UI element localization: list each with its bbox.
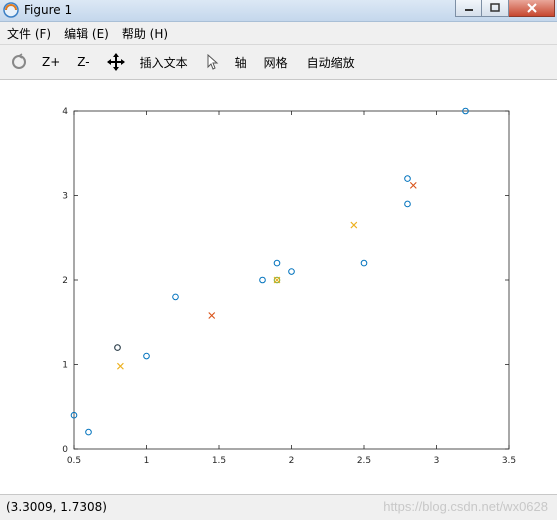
x-tick-label: 2.5 xyxy=(357,456,371,466)
status-bar: (3.3009, 1.7308) https://blog.csdn.net/w… xyxy=(0,494,557,520)
axes-button[interactable]: 轴 xyxy=(235,50,247,74)
menu-help[interactable]: 帮助 (H) xyxy=(115,25,174,42)
y-tick-label: 3 xyxy=(62,192,68,202)
close-button[interactable] xyxy=(509,0,555,17)
window-title: Figure 1 xyxy=(24,3,73,17)
y-tick-label: 0 xyxy=(62,445,68,455)
scatter-plot[interactable]: 0.5 1 1.5 2 2.5 3 3.5 0 1 2 3 4 xyxy=(0,80,557,492)
menu-file[interactable]: 文件 (F) xyxy=(0,25,57,42)
x-tick-label: 0.5 xyxy=(67,456,81,466)
y-tick-label: 4 xyxy=(62,107,68,117)
zoom-out-button[interactable]: Z- xyxy=(77,50,89,74)
octave-app-icon xyxy=(3,2,19,18)
maximize-icon xyxy=(490,3,500,12)
x-tick-label: 1.5 xyxy=(212,456,226,466)
y-tick-label: 1 xyxy=(62,361,68,371)
x-tick-label: 2 xyxy=(289,456,295,466)
zoom-in-button[interactable]: Z+ xyxy=(42,50,60,74)
pan-move-icon xyxy=(106,53,125,71)
x-tick-label: 3.5 xyxy=(502,456,516,466)
axes-box xyxy=(73,110,510,450)
grid-button[interactable]: 网格 xyxy=(264,50,288,74)
minimize-button[interactable] xyxy=(455,0,482,17)
menu-bar: 文件 (F) 编辑 (E) 帮助 (H) xyxy=(0,22,557,45)
insert-text-button[interactable]: 插入文本 xyxy=(140,50,188,74)
toolbar: Z+ Z- 插入文本 轴 网格 自动缩放 xyxy=(0,45,557,80)
rotate-icon xyxy=(12,53,26,69)
minimize-icon xyxy=(464,9,473,11)
watermark-text: https://blog.csdn.net/wx0628 xyxy=(383,499,548,514)
select-pointer-button[interactable] xyxy=(206,50,220,74)
rotate-button[interactable] xyxy=(9,50,29,74)
menu-edit[interactable]: 编辑 (E) xyxy=(57,25,115,42)
close-icon xyxy=(526,3,537,13)
cursor-coordinates: (3.3009, 1.7308) xyxy=(6,500,107,514)
autoscale-button[interactable]: 自动缩放 xyxy=(307,50,355,74)
title-bar: Figure 1 xyxy=(0,0,557,22)
x-tick-label: 1 xyxy=(144,456,150,466)
pan-button[interactable] xyxy=(106,50,126,74)
y-tick-label: 2 xyxy=(62,276,68,286)
x-tick-label: 3 xyxy=(434,456,440,466)
cursor-arrow-icon xyxy=(207,54,218,70)
figure-canvas[interactable]: 0.5 1 1.5 2 2.5 3 3.5 0 1 2 3 4 xyxy=(0,80,557,492)
maximize-button[interactable] xyxy=(482,0,509,17)
window-controls xyxy=(455,0,555,17)
